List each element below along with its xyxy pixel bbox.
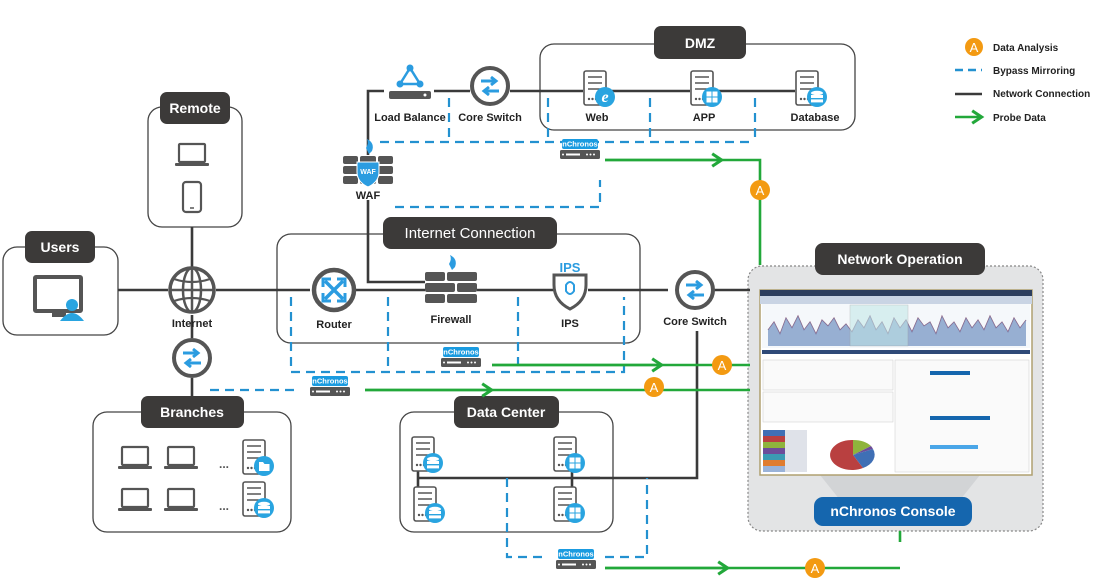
remote-tablet-icon [181,180,203,214]
console-tables [762,359,1030,473]
globe-icon [168,266,216,314]
svg-text:nChronos Console: nChronos Console [830,503,955,519]
data-center-title: Data Center [467,404,546,420]
svg-text:Web: Web [585,112,608,124]
svg-text:Core Switch: Core Switch [458,112,522,124]
nchronos-probe-internet[interactable]: nChronos [441,347,481,367]
branches-title: Branches [160,404,224,420]
network-diagram: e DMZ Remote [2,26,1090,578]
waf-node[interactable]: WAF WAF [343,139,393,202]
svg-text:Internet: Internet [172,318,213,330]
analysis-badge-branches: A [644,377,664,397]
load-balance-node[interactable]: Load Balance [374,64,446,125]
ellipsis: ... [219,457,229,471]
nchronos-console-button[interactable]: nChronos Console [814,497,972,526]
svg-text:WAF: WAF [360,169,376,176]
probe-device-icon [560,150,600,159]
nchronos-probe-dmz[interactable]: nChronos [560,139,600,159]
remote-laptop-icon [173,142,211,168]
remote-title: Remote [169,100,221,116]
router-icon [311,267,357,313]
console-screenshot[interactable] [759,289,1033,500]
packet-size-pie-chart [830,439,875,470]
legend-item-probe-data: Probe Data [955,109,1046,125]
svg-text:Network Connection: Network Connection [993,89,1090,100]
app-icon [702,87,722,107]
internet-connection-title: Internet Connection [405,225,536,242]
legend-item-data-analysis: A Data Analysis [965,38,1059,56]
web-browser-icon [595,87,615,107]
switch-icon [675,270,715,310]
svg-text:A: A [650,380,659,395]
laptop-icon [162,445,200,471]
svg-text:Firewall: Firewall [431,314,472,326]
dmz-title: DMZ [685,35,716,51]
svg-text:Bypass Mirroring: Bypass Mirroring [993,66,1075,77]
svg-text:IPS: IPS [561,318,579,330]
analysis-badge-datacenter: A [805,558,825,578]
legend-item-bypass-mirroring: Bypass Mirroring [955,66,1075,77]
svg-text:Router: Router [316,319,352,331]
svg-text:A: A [811,561,820,576]
core-switch-top-node[interactable]: Core Switch [458,66,522,124]
svg-text:nChronos: nChronos [312,377,347,386]
router-node[interactable]: Router [311,267,357,331]
waf-firewall-icon: WAF [343,139,393,188]
svg-text:nChronos: nChronos [443,348,478,357]
svg-text:Probe Data: Probe Data [993,113,1046,124]
network-operation-title: Network Operation [837,251,962,267]
legend: A Data Analysis Bypass Mirroring Network… [955,38,1090,125]
internet-node[interactable]: Internet [168,266,216,330]
laptop-icon [116,487,154,513]
probe-device-icon [441,358,481,367]
nchronos-probe-datacenter[interactable]: nChronos [556,549,596,569]
analysis-badge-dmz: A [750,180,770,200]
svg-text:Database: Database [791,112,840,124]
svg-text:Load Balance: Load Balance [374,112,446,124]
users-title: Users [41,239,80,255]
laptop-icon [162,487,200,513]
svg-text:APP: APP [693,112,716,124]
branch-switch-node[interactable] [172,338,212,378]
load-balancer-icon [389,64,431,99]
svg-text:nChronos: nChronos [562,140,597,149]
svg-text:IPS: IPS [560,260,581,275]
probe-device-icon [310,387,350,396]
svg-text:A: A [718,358,727,373]
svg-text:Core Switch: Core Switch [663,316,727,328]
svg-text:A: A [756,183,765,198]
laptop-icon [116,445,154,471]
analysis-badge-internet: A [712,355,732,375]
ellipsis: ... [219,499,229,513]
svg-text:nChronos: nChronos [558,550,593,559]
switch-icon [172,338,212,378]
svg-text:WAF: WAF [356,190,381,202]
database-icon [807,87,827,107]
switch-icon [470,66,510,106]
probe-device-icon [556,560,596,569]
legend-item-network-connection: Network Connection [955,89,1090,100]
core-switch-mid-node[interactable]: Core Switch [663,270,727,328]
nchronos-probe-branches[interactable]: nChronos [310,376,350,396]
svg-text:A: A [970,40,979,55]
svg-text:Data Analysis: Data Analysis [993,43,1059,54]
